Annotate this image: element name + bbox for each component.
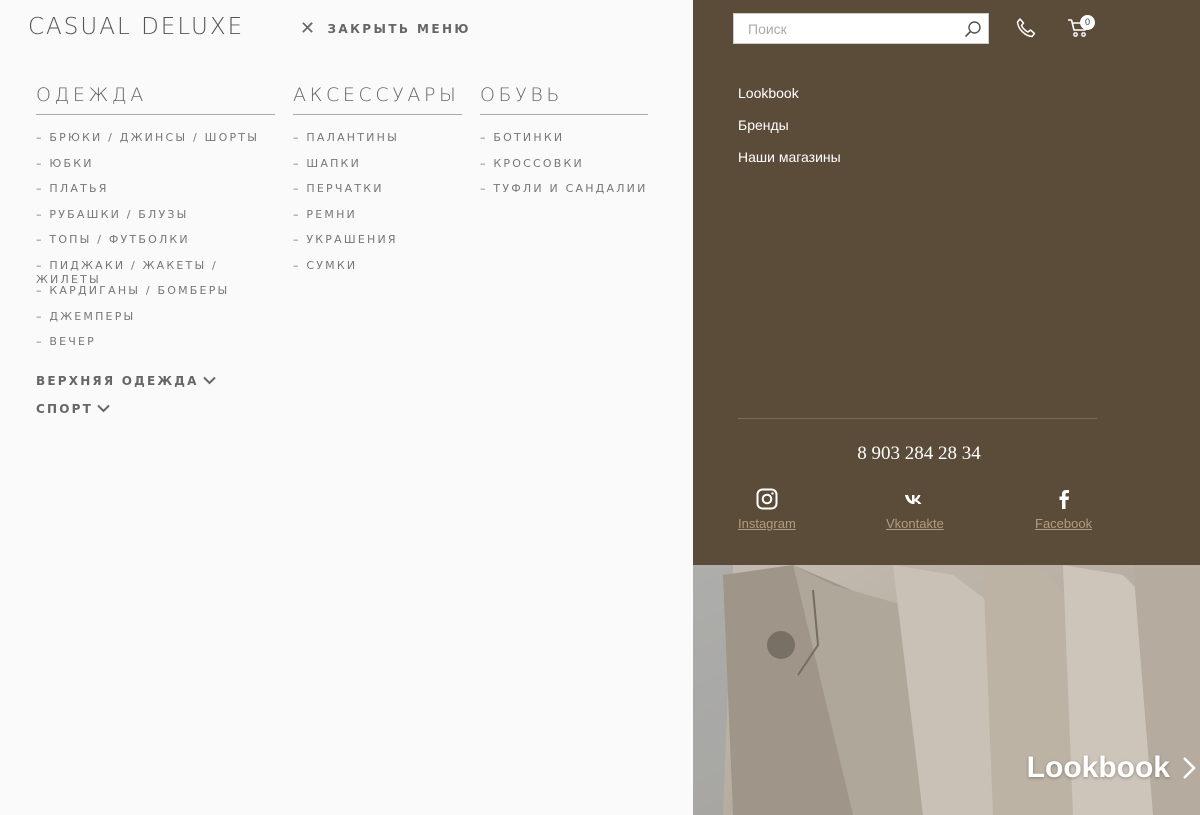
link-stores[interactable]: Наши магазины xyxy=(738,148,841,180)
search-icon[interactable] xyxy=(958,14,988,44)
sport-toggle[interactable]: СПОРТ xyxy=(36,402,275,416)
menu-item-jackets[interactable]: – ПИДЖАКИ / ЖАКЕТЫ / ЖИЛЕТЫ xyxy=(36,259,275,286)
chevron-down-icon xyxy=(97,404,110,413)
menu-item-jewelry[interactable]: – УКРАШЕНИЯ xyxy=(293,233,462,259)
instagram-link[interactable]: Instagram xyxy=(738,488,796,531)
cart-count-badge: 0 xyxy=(1080,15,1095,30)
menu-item-trousers[interactable]: – БРЮКИ / ДЖИНСЫ / ШОРТЫ xyxy=(36,131,275,157)
link-brands[interactable]: Бренды xyxy=(738,116,841,148)
phone-number[interactable]: 8 903 284 28 34 xyxy=(693,443,1145,465)
accessories-column: АКСЕССУАРЫ – ПАЛАНТИНЫ – ШАПКИ – ПЕРЧАТК… xyxy=(293,84,462,284)
divider xyxy=(738,418,1097,419)
facebook-icon xyxy=(1059,490,1069,509)
lookbook-banner-label: Lookbook xyxy=(1026,751,1170,784)
instagram-icon xyxy=(756,488,778,510)
clothing-column: ОДЕЖДА – БРЮКИ / ДЖИНСЫ / ШОРТЫ – ЮБКИ –… xyxy=(36,84,275,416)
info-links: Lookbook Бренды Наши магазины xyxy=(738,84,841,180)
vkontakte-label: Vkontakte xyxy=(886,516,944,531)
link-lookbook[interactable]: Lookbook xyxy=(738,84,841,116)
facebook-label: Facebook xyxy=(1035,516,1093,531)
close-menu-label: ЗАКРЫТЬ МЕНЮ xyxy=(327,22,471,36)
search-box xyxy=(733,13,989,44)
shoes-heading[interactable]: ОБУВЬ xyxy=(480,84,648,115)
outerwear-label: ВЕРХНЯЯ ОДЕЖДА xyxy=(36,373,199,388)
menu-item-skirts[interactable]: – ЮБКИ xyxy=(36,157,275,183)
menu-item-stoles[interactable]: – ПАЛАНТИНЫ xyxy=(293,131,462,157)
sport-label: СПОРТ xyxy=(36,401,94,416)
logo[interactable]: CASUAL DELUXE xyxy=(28,14,244,40)
menu-item-heels[interactable]: – ТУФЛИ И САНДАЛИИ xyxy=(480,182,648,208)
menu-item-hats[interactable]: – ШАПКИ xyxy=(293,157,462,183)
clothing-heading[interactable]: ОДЕЖДА xyxy=(36,84,275,115)
menu-item-gloves[interactable]: – ПЕРЧАТКИ xyxy=(293,182,462,208)
close-icon: ✕ xyxy=(300,18,318,39)
vk-icon xyxy=(904,495,922,504)
search-input[interactable] xyxy=(734,20,958,37)
menu-item-bags[interactable]: – СУМКИ xyxy=(293,259,462,285)
menu-item-jumpers[interactable]: – ДЖЕМПЕРЫ xyxy=(36,310,275,336)
lookbook-banner[interactable]: Lookbook xyxy=(1027,751,1196,785)
clothing-list: – БРЮКИ / ДЖИНСЫ / ШОРТЫ – ЮБКИ – ПЛАТЬЯ… xyxy=(36,131,275,361)
close-menu-button[interactable]: ✕ ЗАКРЫТЬ МЕНЮ xyxy=(300,20,471,38)
menu-item-evening[interactable]: – ВЕЧЕР xyxy=(36,335,275,361)
vkontakte-link[interactable]: Vkontakte xyxy=(886,488,944,531)
shoes-column: ОБУВЬ – БОТИНКИ – КРОССОВКИ – ТУФЛИ И СА… xyxy=(480,84,648,208)
facebook-link[interactable]: Facebook xyxy=(1035,488,1092,531)
menu-item-boots[interactable]: – БОТИНКИ xyxy=(480,131,648,157)
chevron-right-icon xyxy=(1183,757,1196,779)
shoes-list: – БОТИНКИ – КРОССОВКИ – ТУФЛИ И САНДАЛИИ xyxy=(480,131,648,208)
menu-item-tops[interactable]: – ТОПЫ / ФУТБОЛКИ xyxy=(36,233,275,259)
info-panel: 0 Lookbook Бренды Наши магазины 8 903 28… xyxy=(693,0,1200,815)
outerwear-toggle[interactable]: ВЕРХНЯЯ ОДЕЖДА xyxy=(36,374,275,388)
menu-item-sneakers[interactable]: – КРОССОВКИ xyxy=(480,157,648,183)
menu-panel: CASUAL DELUXE ✕ ЗАКРЫТЬ МЕНЮ ОДЕЖДА – БР… xyxy=(0,0,693,815)
accessories-heading[interactable]: АКСЕССУАРЫ xyxy=(293,84,462,115)
phone-icon[interactable] xyxy=(1015,17,1037,39)
menu-item-cardigans[interactable]: – КАРДИГАНЫ / БОМБЕРЫ xyxy=(36,284,275,310)
menu-item-shirts[interactable]: – РУБАШКИ / БЛУЗЫ xyxy=(36,208,275,234)
chevron-down-icon xyxy=(202,376,216,385)
menu-item-dresses[interactable]: – ПЛАТЬЯ xyxy=(36,182,275,208)
instagram-label: Instagram xyxy=(738,516,796,531)
menu-item-belts[interactable]: – РЕМНИ xyxy=(293,208,462,234)
accessories-list: – ПАЛАНТИНЫ – ШАПКИ – ПЕРЧАТКИ – РЕМНИ –… xyxy=(293,131,462,284)
lookbook-photo[interactable]: Lookbook xyxy=(693,565,1200,815)
